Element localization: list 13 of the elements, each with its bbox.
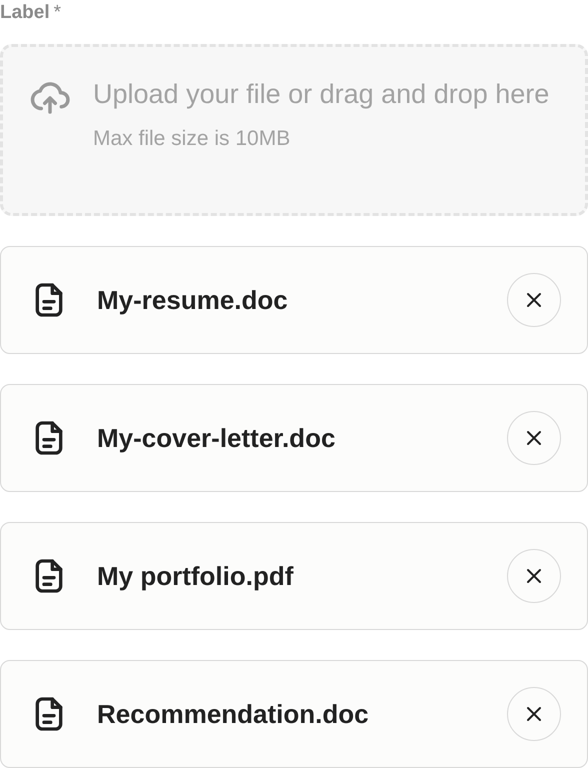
field-label: Label: [0, 2, 50, 24]
upload-prompt: Upload your file or drag and drop here: [93, 78, 550, 111]
file-name: My-cover-letter.doc: [97, 422, 336, 454]
file-name: My-resume.doc: [97, 284, 289, 316]
upload-dropzone[interactable]: Upload your file or drag and drop here Max file size is 10MB: [0, 44, 588, 216]
file-name: My portfolio.pdf: [97, 560, 294, 592]
file-name: Recommendation.doc: [97, 698, 370, 730]
required-mark: *: [54, 2, 62, 24]
remove-button[interactable]: [507, 273, 561, 327]
remove-button[interactable]: [507, 411, 561, 465]
file-size-hint: Max file size is 10MB: [93, 127, 292, 151]
remove-button[interactable]: [507, 549, 561, 603]
remove-button[interactable]: [507, 687, 561, 741]
